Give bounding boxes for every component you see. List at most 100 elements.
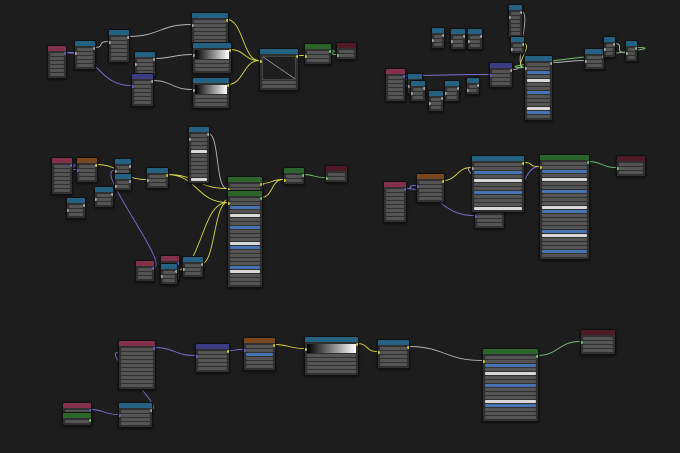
node-field[interactable] [191,138,207,141]
node-converter[interactable] [160,263,178,285]
node-field[interactable] [77,52,93,55]
node-field[interactable] [54,173,70,176]
node-field[interactable] [198,359,227,362]
node-converter[interactable] [114,173,132,191]
node-field[interactable] [628,56,635,59]
node-field[interactable] [111,49,127,52]
node-field[interactable] [380,359,407,362]
node-field[interactable] [542,194,587,197]
node-field[interactable] [511,20,520,23]
input-socket[interactable] [451,40,453,43]
node-input[interactable] [385,68,406,102]
node-field[interactable] [587,60,602,63]
node-field[interactable] [191,154,207,157]
node-field[interactable] [77,60,93,63]
input-socket[interactable] [77,169,79,172]
node-field[interactable] [474,207,522,210]
output-socket[interactable] [480,35,482,38]
node-field[interactable] [138,268,152,271]
node-field[interactable] [54,181,70,184]
node-field[interactable] [79,165,95,168]
node-field[interactable] [149,179,166,182]
input-socket[interactable] [378,351,380,354]
node-field[interactable] [587,64,602,67]
color-ramp-bar[interactable] [195,50,229,59]
output-socket[interactable] [536,355,538,358]
node-field[interactable] [191,158,207,161]
node-field[interactable] [191,134,207,137]
node-field[interactable] [619,167,643,170]
input-socket[interactable] [432,39,434,42]
node-field[interactable] [447,92,457,95]
output-socket[interactable] [153,58,155,61]
node-converter[interactable] [108,29,130,63]
node-field[interactable] [134,97,151,100]
node-converter[interactable] [584,48,605,70]
node-field[interactable] [191,142,207,145]
node-field[interactable] [246,357,273,360]
node-texture[interactable] [416,173,445,203]
node-field[interactable] [386,217,404,220]
node-shader[interactable] [283,167,305,185]
input-socket[interactable] [147,179,149,182]
node-converter[interactable] [191,12,229,46]
input-socket[interactable] [411,92,413,95]
node-field[interactable] [527,63,550,66]
node-field[interactable] [121,384,153,387]
input-socket[interactable] [585,60,587,63]
node-field[interactable] [328,173,345,176]
node-field[interactable] [134,85,151,88]
node-converter[interactable] [192,42,232,74]
input-socket[interactable] [119,414,121,417]
node-field[interactable] [474,175,522,178]
node-field[interactable] [380,363,407,366]
node-field[interactable] [79,177,95,180]
node-field[interactable] [230,278,260,281]
node-field[interactable] [485,400,536,403]
output-socket[interactable] [296,55,298,58]
node-field[interactable] [121,352,153,355]
node-field[interactable] [477,215,502,218]
node-field[interactable] [606,48,613,51]
node-field[interactable] [542,226,587,229]
node-field[interactable] [474,203,522,206]
output-socket[interactable] [407,346,409,349]
node-field[interactable] [50,57,64,60]
output-socket[interactable] [64,52,66,55]
node-field[interactable] [230,184,260,187]
input-socket[interactable] [467,89,469,92]
node-field[interactable] [542,250,587,253]
node-field[interactable] [198,367,227,370]
output-socket[interactable] [127,36,129,39]
node-field[interactable] [191,166,207,169]
node-field[interactable] [527,103,550,106]
node-field[interactable] [230,270,260,273]
node-field[interactable] [485,360,536,363]
node-field[interactable] [527,87,550,90]
node-field[interactable] [230,210,260,213]
node-field[interactable] [307,370,356,373]
node-converter[interactable] [431,27,445,49]
node-field[interactable] [474,167,522,170]
node-field[interactable] [542,174,587,177]
node-field[interactable] [542,210,587,213]
node-field[interactable] [511,16,520,19]
input-socket[interactable] [472,167,474,170]
node-field[interactable] [511,28,520,31]
node-field[interactable] [474,199,522,202]
node-converter[interactable] [304,336,359,376]
output-socket[interactable] [175,270,177,273]
node-field[interactable] [542,198,587,201]
input-socket[interactable] [95,198,97,201]
node-field[interactable] [513,44,522,47]
node-field[interactable] [492,74,510,77]
node-field[interactable] [527,71,550,74]
output-socket[interactable] [129,180,131,183]
output-socket[interactable] [151,80,153,83]
input-socket[interactable] [132,85,134,88]
node-field[interactable] [69,205,83,208]
node-field[interactable] [431,98,441,101]
node-field[interactable] [111,45,127,48]
node-field[interactable] [230,198,260,201]
output-socket[interactable] [226,19,228,22]
